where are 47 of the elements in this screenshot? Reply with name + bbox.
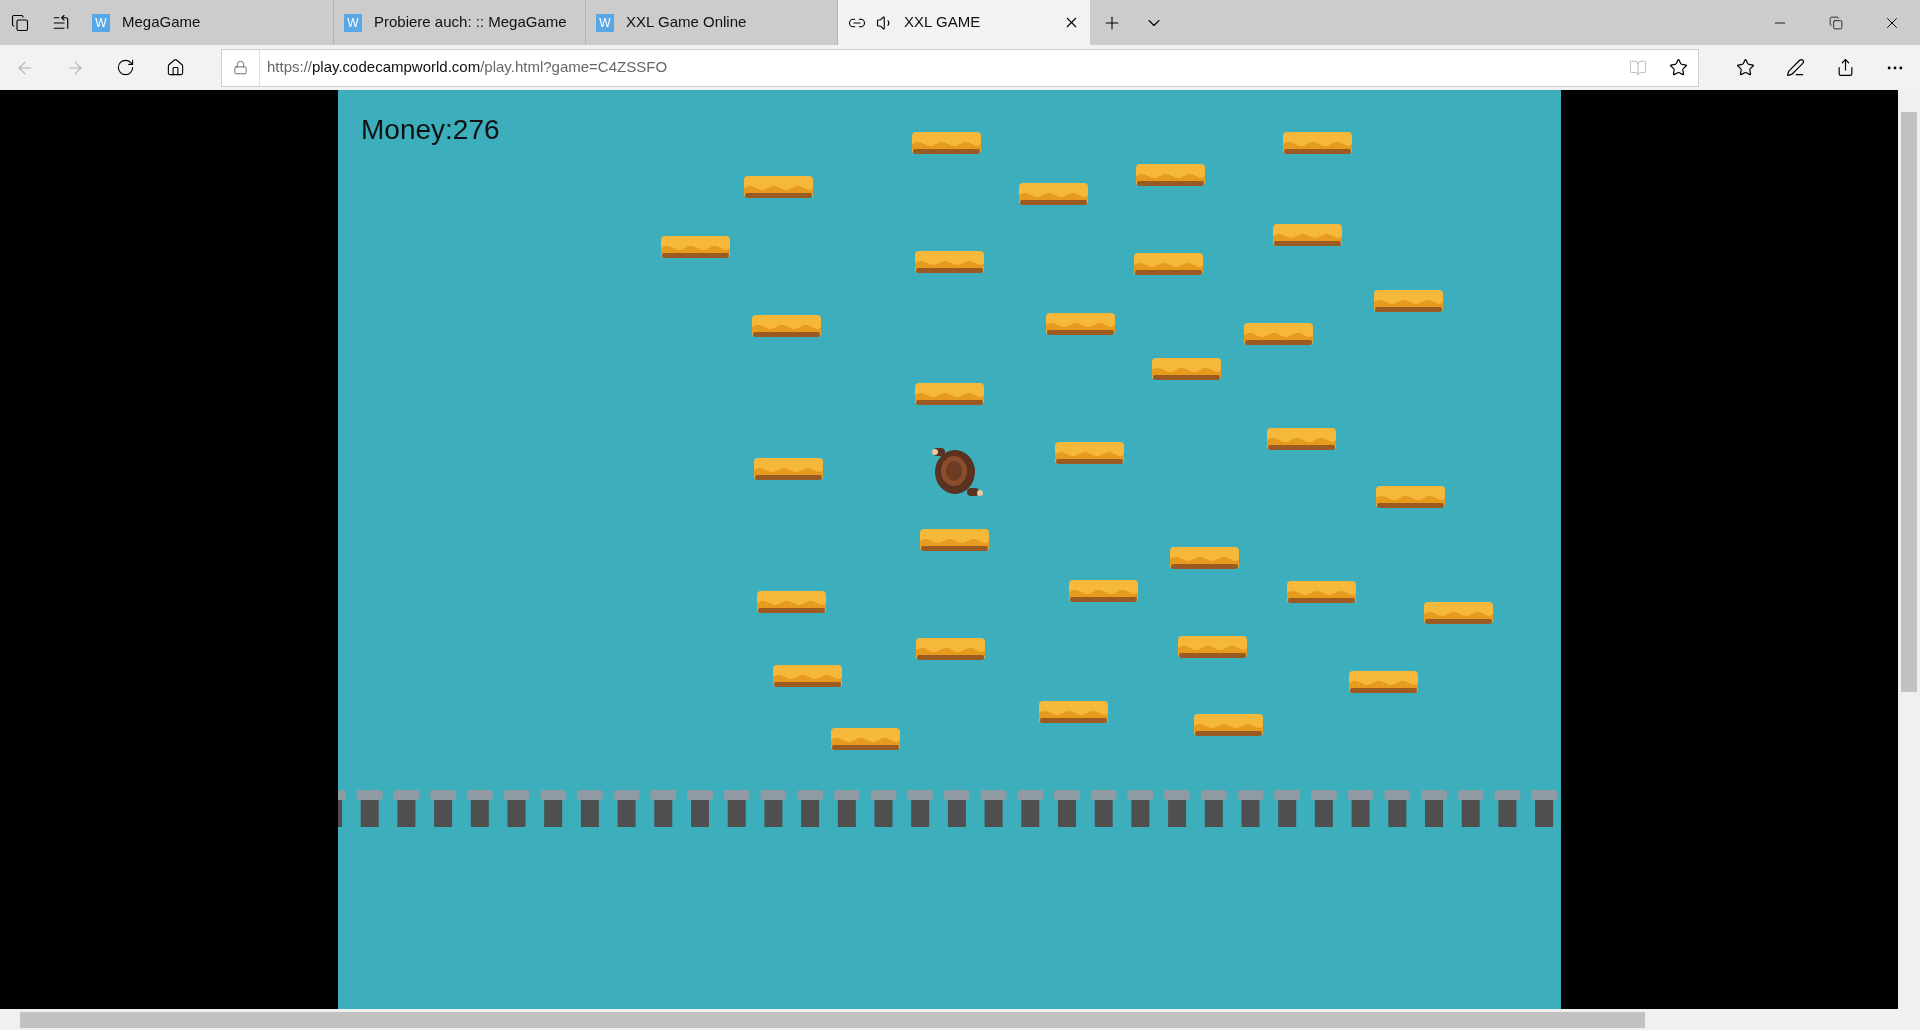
platform-drawing [1136, 163, 1206, 186]
tab-favicon: W [92, 13, 110, 32]
platform-drawing [1039, 701, 1109, 724]
platform-drawing [1376, 485, 1446, 508]
platform-drawing [751, 315, 821, 338]
platform-drawing [1018, 183, 1088, 206]
scrollbar-thumb[interactable] [20, 1011, 1645, 1028]
platform-drawing [1068, 580, 1138, 603]
platform-drawing [1045, 313, 1115, 335]
tab-title: XXL Game Online [626, 12, 748, 33]
platform-drawing [756, 591, 826, 614]
platform-drawing [1152, 358, 1222, 381]
platform-drawing [754, 457, 824, 480]
game-canvas[interactable]: Money:276 [338, 90, 1561, 1009]
platform-drawing [1423, 602, 1493, 625]
platform-drawing [1286, 581, 1356, 604]
platform-drawing [914, 382, 984, 405]
address-field[interactable]: https://play.codecampworld.com/play.html?game=C4ZSSFO [221, 48, 1699, 87]
tab-title: MegaGame [122, 12, 202, 33]
platform-drawing [1243, 322, 1313, 345]
platform-drawing [831, 728, 901, 751]
platform-drawing [661, 235, 731, 258]
scrollbar-thumb[interactable] [1901, 112, 1917, 692]
tab-title: XXL GAME [904, 12, 982, 33]
platform-drawing [1267, 428, 1337, 451]
platform-drawing [1283, 131, 1353, 154]
platform-drawing [1055, 441, 1125, 464]
platform-drawing [1373, 289, 1443, 312]
platform-drawing [1177, 636, 1247, 659]
platform-drawing [744, 175, 814, 198]
browser-tab[interactable]: XXL GAME [838, 0, 1090, 45]
tab-favicon: W [344, 13, 362, 32]
platform-drawing [912, 131, 982, 154]
platform-drawing [1349, 670, 1419, 693]
url-text: https://play.codecampworld.com/play.html?game=C4ZSSFO [267, 57, 669, 78]
horizontal-scrollbar[interactable] [0, 1009, 1920, 1030]
platform-drawing [915, 637, 985, 660]
platform-drawing [772, 664, 842, 687]
tab-favicon: W [596, 13, 614, 32]
platform-drawing [1170, 547, 1240, 570]
platform-drawing [1193, 713, 1263, 736]
tab-title: Probiere auch: :: MegaGame [374, 12, 568, 33]
platform-drawing [914, 250, 984, 273]
money-counter: Money:276 [361, 113, 500, 147]
platform-drawing [1273, 223, 1343, 246]
platform-drawing [919, 528, 989, 551]
platform-drawing [1133, 252, 1203, 275]
